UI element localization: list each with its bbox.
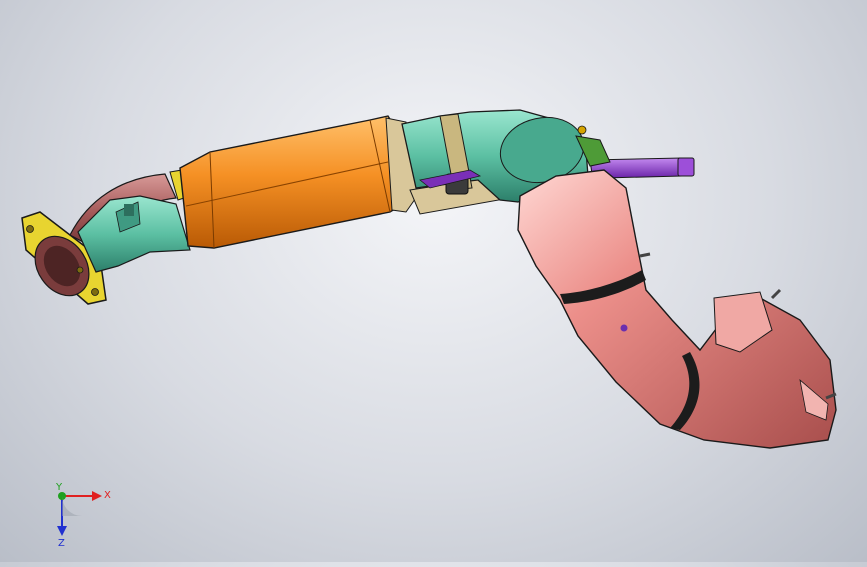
3d-viewport[interactable]: X Y Z [0, 0, 867, 562]
outlet-duct[interactable] [517, 169, 837, 449]
converter-body[interactable] [179, 115, 411, 249]
axis-triad: X Y Z [55, 482, 111, 549]
model-canvas[interactable]: X Y Z [0, 0, 867, 562]
y-axis-label: Y [55, 482, 63, 493]
x-axis-label: X [104, 490, 111, 501]
z-axis-label: Z [58, 538, 65, 549]
